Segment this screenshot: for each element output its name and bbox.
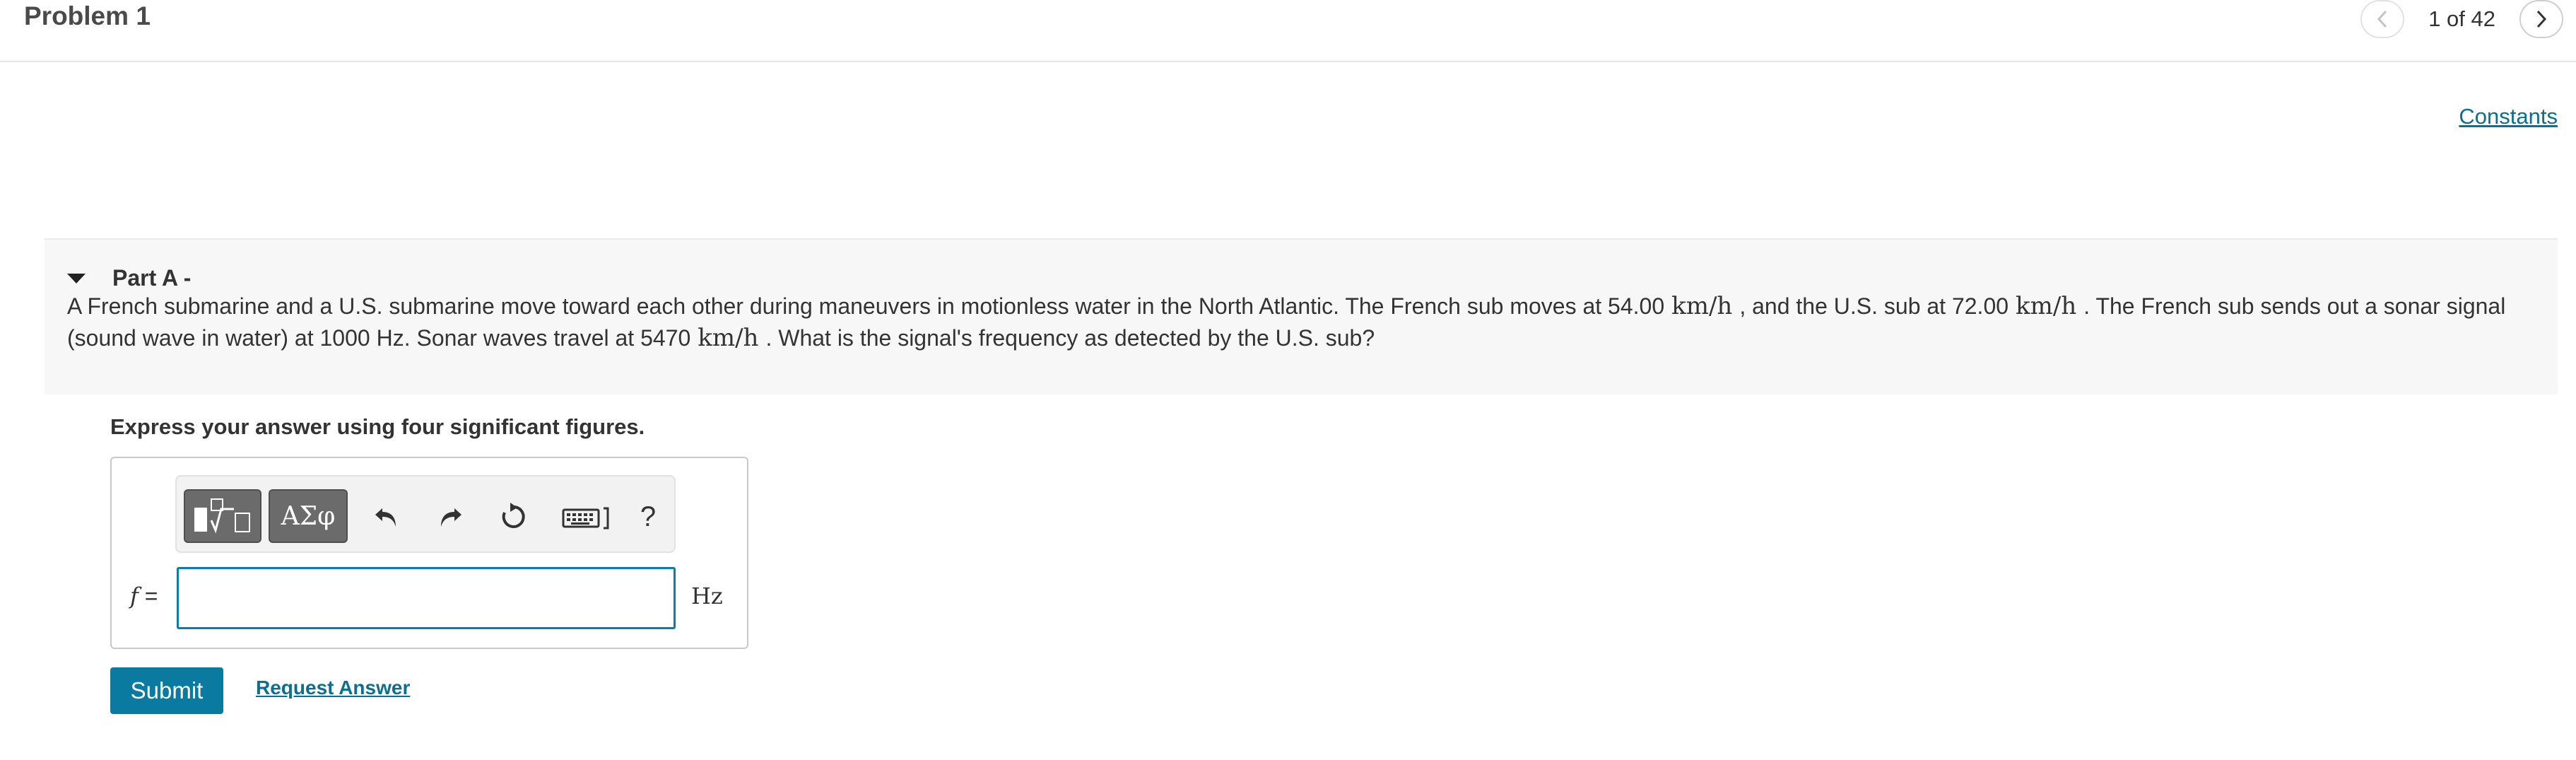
equals-sign: = — [144, 583, 158, 609]
answer-input[interactable] — [177, 567, 676, 629]
chevron-right-icon — [2536, 10, 2547, 28]
problem-title: Problem 1 — [24, 1, 151, 30]
math-toolbar: ΑΣφ ? — [175, 475, 676, 553]
reset-icon — [502, 503, 525, 528]
unit-label: Hz — [691, 583, 723, 609]
caret-down-icon[interactable] — [66, 271, 87, 286]
answer-box: ΑΣφ ? f = Hz — [110, 457, 748, 649]
part-a-title: Part A - — [112, 265, 192, 291]
request-answer-link[interactable]: Request Answer — [256, 677, 410, 699]
redo-icon — [441, 508, 461, 527]
answer-instruction: Express your answer using four significa… — [110, 414, 645, 439]
variable-label: f = — [130, 583, 158, 609]
chevron-left-icon — [2377, 10, 2387, 28]
unit-kmh: km/h — [2016, 292, 2077, 320]
variable-symbol: f — [130, 583, 139, 609]
problem-header: Problem 1 1 of 42 — [0, 0, 2576, 62]
previous-problem-button[interactable] — [2360, 0, 2405, 38]
question-text-segment: . What is the signal's frequency as dete… — [765, 325, 1375, 351]
keyboard-button[interactable] — [558, 498, 615, 536]
question-text-segment: A French submarine and a U.S. submarine … — [67, 293, 1665, 319]
part-a-panel: Part A - A French submarine and a U.S. s… — [45, 238, 2558, 394]
redo-button[interactable] — [431, 498, 469, 536]
help-button[interactable]: ? — [629, 498, 667, 536]
pager: 1 of 42 — [2360, 0, 2563, 38]
templates-button[interactable] — [184, 489, 261, 543]
undo-icon — [375, 508, 396, 527]
templates-icon — [194, 498, 250, 534]
question-text: A French submarine and a U.S. submarine … — [67, 291, 2534, 354]
constants-link[interactable]: Constants — [2459, 104, 2558, 129]
part-a-header[interactable]: Part A - — [66, 265, 191, 291]
submit-button[interactable]: Submit — [110, 667, 223, 714]
unit-kmh: km/h — [1671, 292, 1733, 320]
page-indicator: 1 of 42 — [2428, 6, 2495, 31]
undo-button[interactable] — [367, 498, 406, 536]
keyboard-icon — [562, 507, 609, 530]
unit-kmh: km/h — [698, 324, 759, 352]
reset-button[interactable] — [495, 498, 533, 536]
question-text-segment: , and the U.S. sub at 72.00 — [1739, 293, 2009, 319]
next-problem-button[interactable] — [2519, 0, 2563, 38]
greek-symbols-button[interactable]: ΑΣφ — [269, 489, 348, 543]
